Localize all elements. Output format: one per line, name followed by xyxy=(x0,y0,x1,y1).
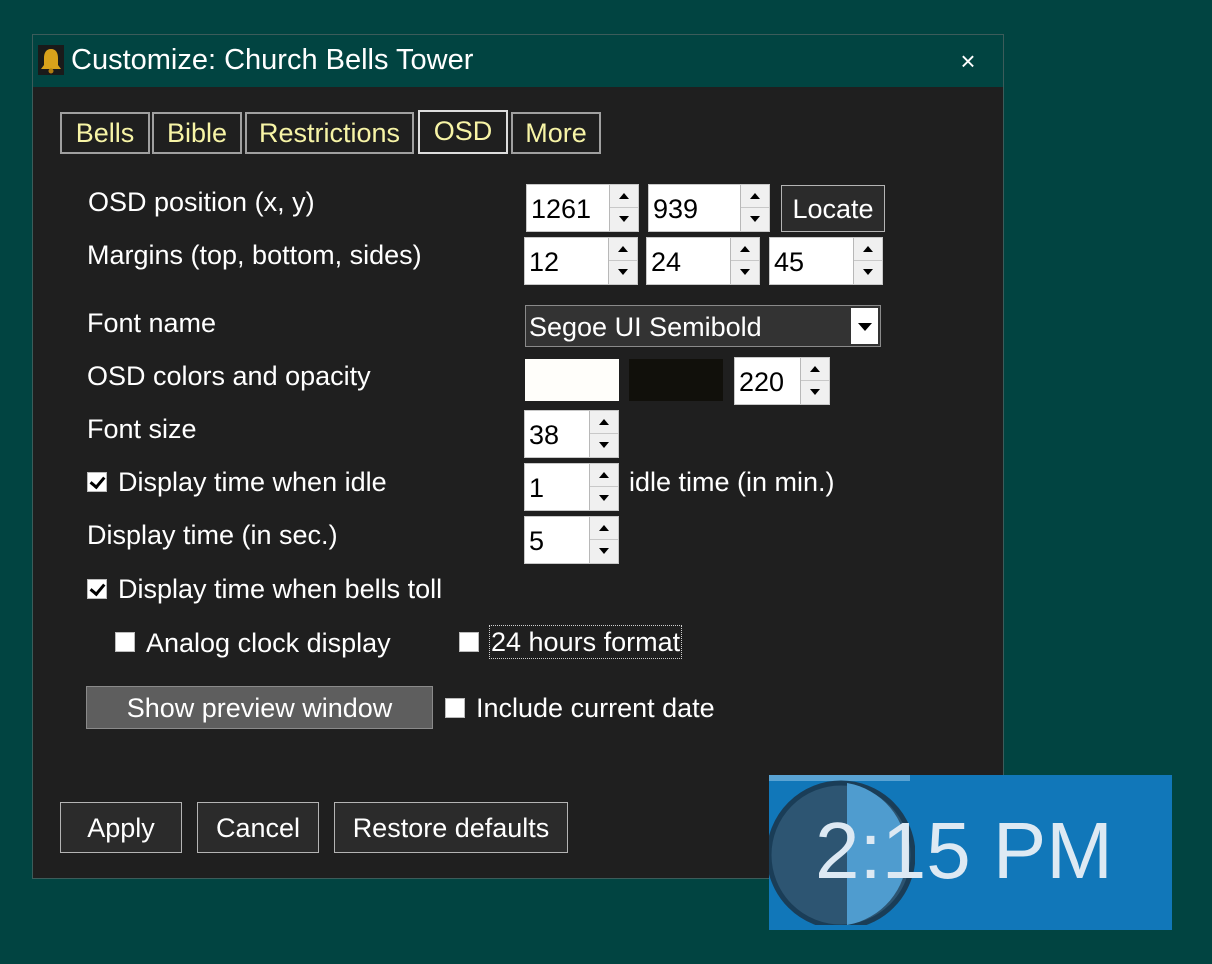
margin-sides-spinner[interactable]: 45 xyxy=(769,237,883,285)
arrow-down-icon[interactable] xyxy=(590,434,618,457)
title-bar[interactable]: Customize: Church Bells Tower × xyxy=(33,35,1003,87)
restore-defaults-button[interactable]: Restore defaults xyxy=(334,802,568,853)
opacity-spinner[interactable]: 220 xyxy=(734,357,830,405)
background-color-swatch[interactable] xyxy=(629,359,723,401)
arrow-down-icon[interactable] xyxy=(590,540,618,563)
font-size-spinner[interactable]: 38 xyxy=(524,410,619,458)
window-title: Customize: Church Bells Tower xyxy=(71,44,474,76)
arrow-up-icon[interactable] xyxy=(590,411,618,434)
tab-osd[interactable]: OSD xyxy=(418,110,508,154)
osd-y-value: 939 xyxy=(653,194,699,224)
idle-checkbox[interactable] xyxy=(87,472,107,492)
close-icon[interactable]: × xyxy=(951,46,985,76)
display-seconds-value: 5 xyxy=(529,526,545,556)
display-seconds-label: Display time (in sec.) xyxy=(87,520,338,550)
arrow-up-icon[interactable] xyxy=(610,185,638,208)
bell-icon xyxy=(38,45,64,75)
tab-more[interactable]: More xyxy=(511,112,601,154)
locate-button[interactable]: Locate xyxy=(781,185,885,232)
text-color-swatch[interactable] xyxy=(525,359,619,401)
idle-time-label: idle time (in min.) xyxy=(629,467,835,497)
idle-minutes-spinner[interactable]: 1 xyxy=(524,463,619,511)
display-seconds-spinner[interactable]: 5 xyxy=(524,516,619,564)
font-name-dropdown[interactable]: Segoe UI Semibold xyxy=(525,305,881,347)
arrow-down-icon[interactable] xyxy=(801,381,829,404)
format-24h-checkbox[interactable] xyxy=(459,632,479,652)
bells-toll-label: Display time when bells toll xyxy=(118,574,443,604)
osd-x-value: 1261 xyxy=(531,194,592,224)
idle-minutes-value: 1 xyxy=(529,473,545,503)
font-name-label: Font name xyxy=(87,308,217,338)
include-date-label: Include current date xyxy=(476,693,715,723)
apply-button[interactable]: Apply xyxy=(60,802,182,853)
arrow-down-icon[interactable] xyxy=(590,487,618,510)
format-24h-label: 24 hours format xyxy=(489,625,683,659)
arrow-up-icon[interactable] xyxy=(590,517,618,540)
tab-bells[interactable]: Bells xyxy=(60,112,150,154)
arrow-down-icon[interactable] xyxy=(610,208,638,231)
osd-position-label: OSD position (x, y) xyxy=(88,187,315,217)
osd-time-text: 2:15 PM xyxy=(815,806,1113,895)
osd-y-spinner[interactable]: 939 xyxy=(648,184,770,232)
customize-dialog: Customize: Church Bells Tower × Bells Bi… xyxy=(32,34,1004,879)
margin-top-value: 12 xyxy=(529,247,560,277)
margin-bottom-value: 24 xyxy=(651,247,682,277)
osd-x-spinner[interactable]: 1261 xyxy=(526,184,639,232)
margin-sides-value: 45 xyxy=(774,247,805,277)
bells-toll-checkbox[interactable] xyxy=(87,579,107,599)
show-preview-button[interactable]: Show preview window xyxy=(86,686,433,729)
osd-colors-label: OSD colors and opacity xyxy=(87,361,371,391)
font-size-value: 38 xyxy=(529,420,560,450)
arrow-up-icon[interactable] xyxy=(590,464,618,487)
analog-clock-label: Analog clock display xyxy=(146,628,391,658)
arrow-down-icon[interactable] xyxy=(609,261,637,284)
arrow-down-icon[interactable] xyxy=(741,208,769,231)
opacity-value: 220 xyxy=(739,367,785,397)
arrow-up-icon[interactable] xyxy=(731,238,759,261)
include-date-checkbox[interactable] xyxy=(445,698,465,718)
chevron-down-icon[interactable] xyxy=(851,308,878,344)
arrow-up-icon[interactable] xyxy=(801,358,829,381)
arrow-up-icon[interactable] xyxy=(609,238,637,261)
analog-clock-checkbox[interactable] xyxy=(115,632,135,652)
margin-top-spinner[interactable]: 12 xyxy=(524,237,638,285)
tab-bible[interactable]: Bible xyxy=(152,112,242,154)
cancel-button[interactable]: Cancel xyxy=(197,802,319,853)
arrow-up-icon[interactable] xyxy=(741,185,769,208)
arrow-down-icon[interactable] xyxy=(854,261,882,284)
tab-restrictions[interactable]: Restrictions xyxy=(245,112,414,154)
osd-preview-window: 2:15 PM xyxy=(769,775,1172,930)
font-size-label: Font size xyxy=(87,414,197,444)
arrow-down-icon[interactable] xyxy=(731,261,759,284)
margin-bottom-spinner[interactable]: 24 xyxy=(646,237,760,285)
arrow-up-icon[interactable] xyxy=(854,238,882,261)
idle-label: Display time when idle xyxy=(118,467,387,497)
margins-label: Margins (top, bottom, sides) xyxy=(87,240,422,270)
font-name-value: Segoe UI Semibold xyxy=(529,312,762,342)
